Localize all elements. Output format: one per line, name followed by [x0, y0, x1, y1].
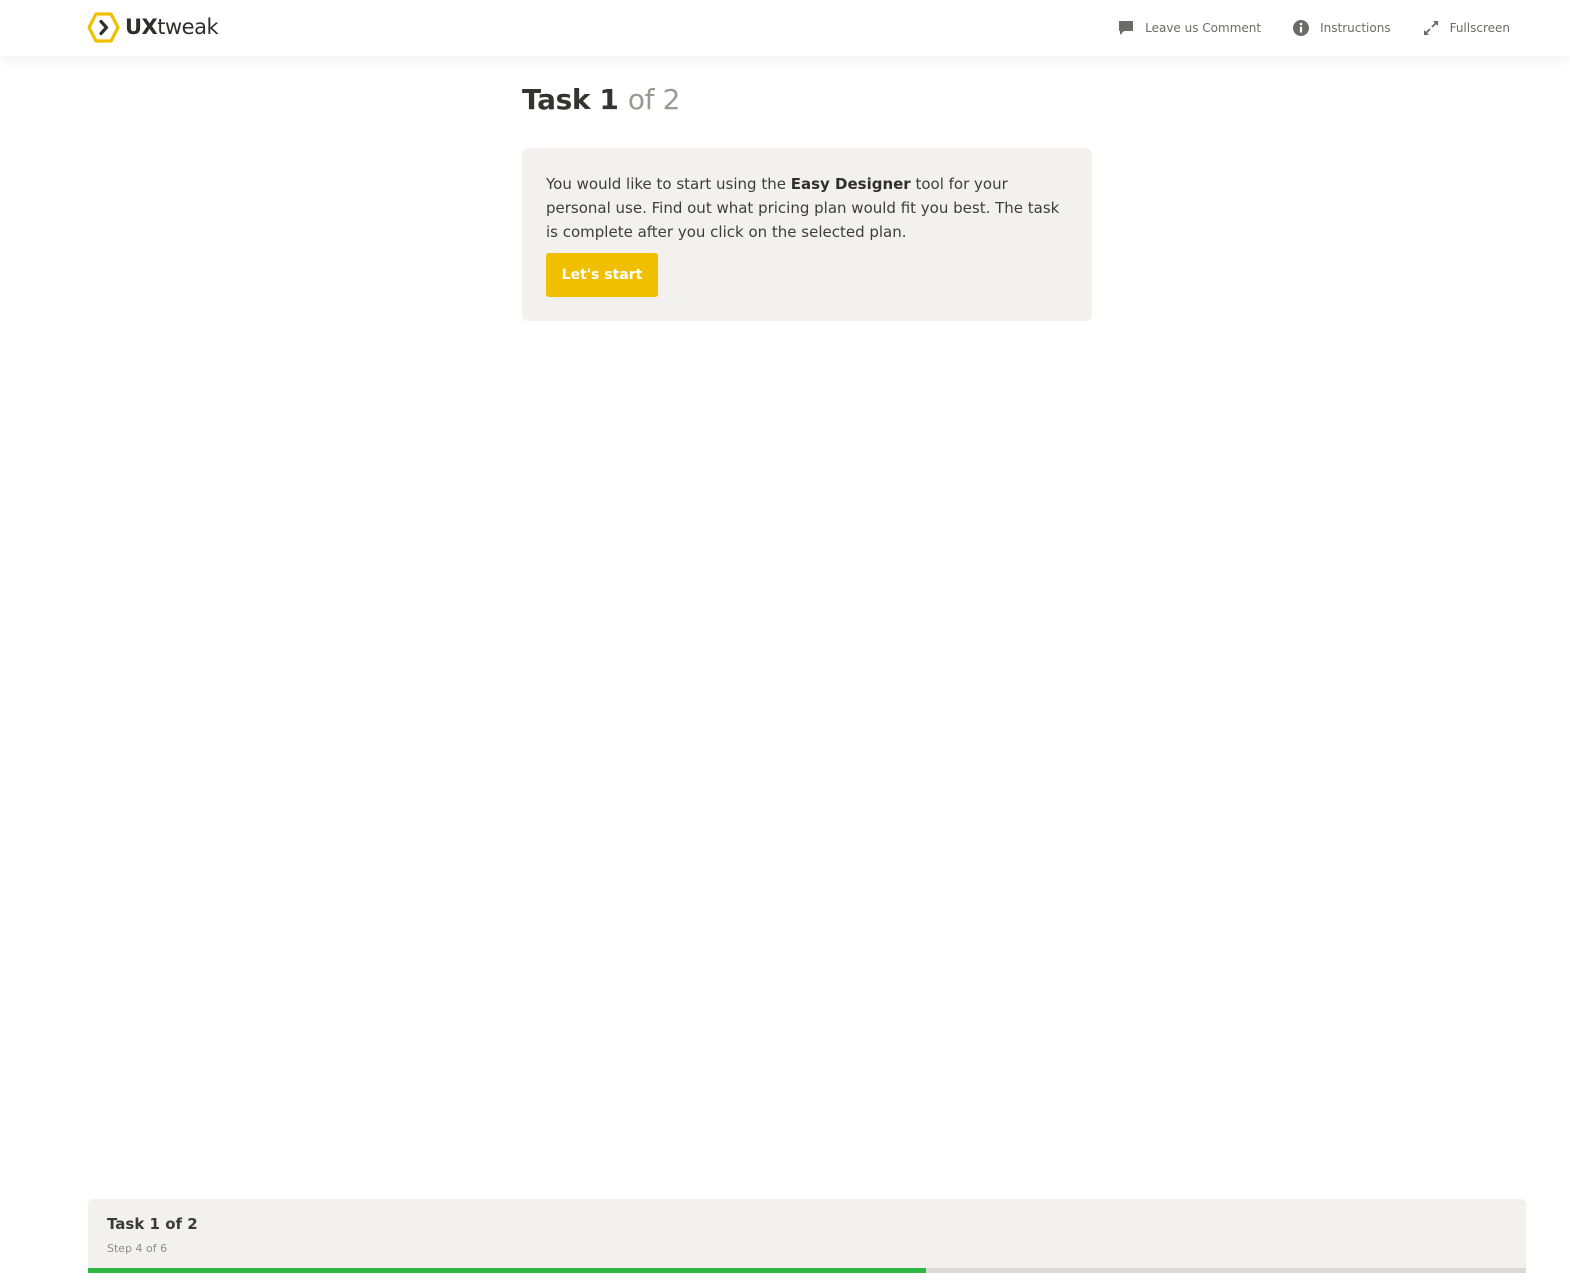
task-description: You would like to start using the Easy D…	[546, 172, 1068, 244]
leave-comment-label: Leave us Comment	[1145, 21, 1262, 35]
footer-step-counter: Step 4 of 6	[107, 1242, 168, 1255]
progress-footer: Task 1 of 2 Step 4 of 6	[88, 1199, 1526, 1273]
lets-start-button[interactable]: Let's start	[546, 253, 658, 297]
task-description-product: Easy Designer	[790, 175, 911, 193]
task-heading-current: Task 1	[522, 83, 619, 116]
logo-wordmark: UXtweak	[125, 10, 219, 44]
footer-task-counter: Task 1 of 2	[107, 1215, 198, 1233]
task-heading-total: of 2	[627, 83, 681, 116]
task-description-intro: You would like to start using the	[546, 175, 791, 193]
instructions-label: Instructions	[1320, 21, 1391, 35]
info-icon	[1293, 20, 1310, 36]
uxtweak-hexagon-icon	[87, 11, 120, 43]
progress-bar	[88, 1268, 1526, 1273]
leave-comment-button[interactable]: Leave us Comment	[1117, 19, 1261, 37]
instructions-button[interactable]: Instructions	[1292, 19, 1391, 37]
uxtweak-logo[interactable]: UXtweak	[87, 10, 219, 44]
header-actions: Leave us Comment Instructions Fullscreen	[1086, 0, 1510, 56]
task-panel: Task 1 of 2 You would like to start usin…	[522, 80, 1092, 321]
fullscreen-icon	[1423, 21, 1438, 35]
task-heading: Task 1 of 2	[522, 80, 1092, 120]
comment-icon	[1119, 21, 1134, 35]
logo-wordmark-light: tweak	[157, 15, 219, 39]
progress-bar-fill	[88, 1268, 927, 1273]
top-bar: UXtweak Leave us Comment Instructions Fu…	[0, 0, 1570, 56]
task-description-card: You would like to start using the Easy D…	[522, 148, 1092, 321]
logo-wordmark-bold: UX	[125, 15, 158, 39]
fullscreen-label: Fullscreen	[1449, 21, 1510, 35]
fullscreen-button[interactable]: Fullscreen	[1422, 19, 1510, 37]
